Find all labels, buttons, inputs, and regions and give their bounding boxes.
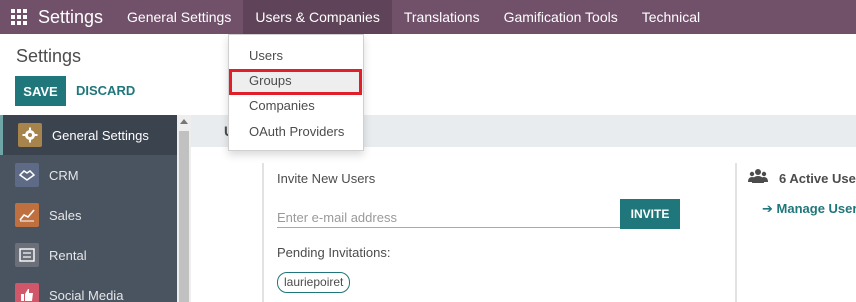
manage-users-link[interactable]: ➔ Manage User (762, 201, 856, 217)
menu-item-companies[interactable]: Companies (229, 94, 363, 118)
invite-title: Invite New Users (277, 171, 376, 186)
manage-users-label: Manage User (776, 201, 856, 216)
scroll-up-icon[interactable] (180, 119, 188, 124)
users-companies-dropdown: Users Groups Companies OAuth Providers (228, 34, 364, 151)
discard-button[interactable]: DISCARD (76, 76, 135, 106)
menu-item-oauth-providers[interactable]: OAuth Providers (229, 120, 363, 144)
chart-icon (15, 203, 39, 227)
sidebar-item-crm[interactable]: CRM (0, 155, 177, 195)
app-title: Settings (38, 6, 104, 27)
sidebar-scrollbar[interactable] (177, 115, 191, 302)
sidebar-item-rental[interactable]: Rental (0, 235, 177, 275)
nav-technical[interactable]: Technical (630, 0, 712, 34)
pending-invitations-title: Pending Invitations: (277, 245, 391, 260)
sidebar-item-label: Social Media (49, 287, 124, 302)
thumbs-up-icon (15, 283, 39, 302)
active-users-count: 6 Active User (779, 171, 856, 186)
divider (262, 163, 264, 302)
sidebar-item-sales[interactable]: Sales (0, 195, 177, 235)
sidebar-item-general-settings[interactable]: General Settings (0, 115, 177, 155)
menu-item-groups[interactable]: Groups (229, 69, 363, 93)
sidebar-item-label: General Settings (52, 127, 149, 143)
sidebar-item-label: Rental (49, 247, 87, 263)
divider (735, 163, 737, 302)
nav-gamification-tools[interactable]: Gamification Tools (492, 0, 630, 34)
save-button[interactable]: SAVE (15, 76, 66, 106)
nav-translations[interactable]: Translations (392, 0, 492, 34)
invite-button[interactable]: INVITE (620, 199, 680, 229)
sidebar-item-label: CRM (49, 167, 79, 183)
page-title: Settings (16, 46, 82, 66)
nav-general-settings[interactable]: General Settings (115, 0, 243, 34)
register-icon (15, 243, 39, 267)
gear-icon (18, 123, 42, 147)
top-navbar: Settings General Settings Users & Compan… (0, 0, 856, 34)
settings-sidebar: General Settings CRM Sales Rental Social… (0, 115, 177, 302)
apps-menu-icon[interactable] (0, 0, 38, 34)
email-field[interactable] (277, 200, 620, 228)
arrow-right-icon: ➔ (762, 201, 773, 216)
menu-item-users[interactable]: Users (229, 44, 363, 68)
scrollbar-thumb[interactable] (179, 131, 189, 302)
handshake-icon (15, 163, 39, 187)
sidebar-item-label: Sales (49, 207, 82, 223)
pending-user-badge[interactable]: lauriepoiret (277, 272, 351, 293)
users-icon (748, 169, 768, 183)
sidebar-item-social-media[interactable]: Social Media (0, 275, 177, 302)
nav-users-companies[interactable]: Users & Companies (243, 0, 392, 34)
